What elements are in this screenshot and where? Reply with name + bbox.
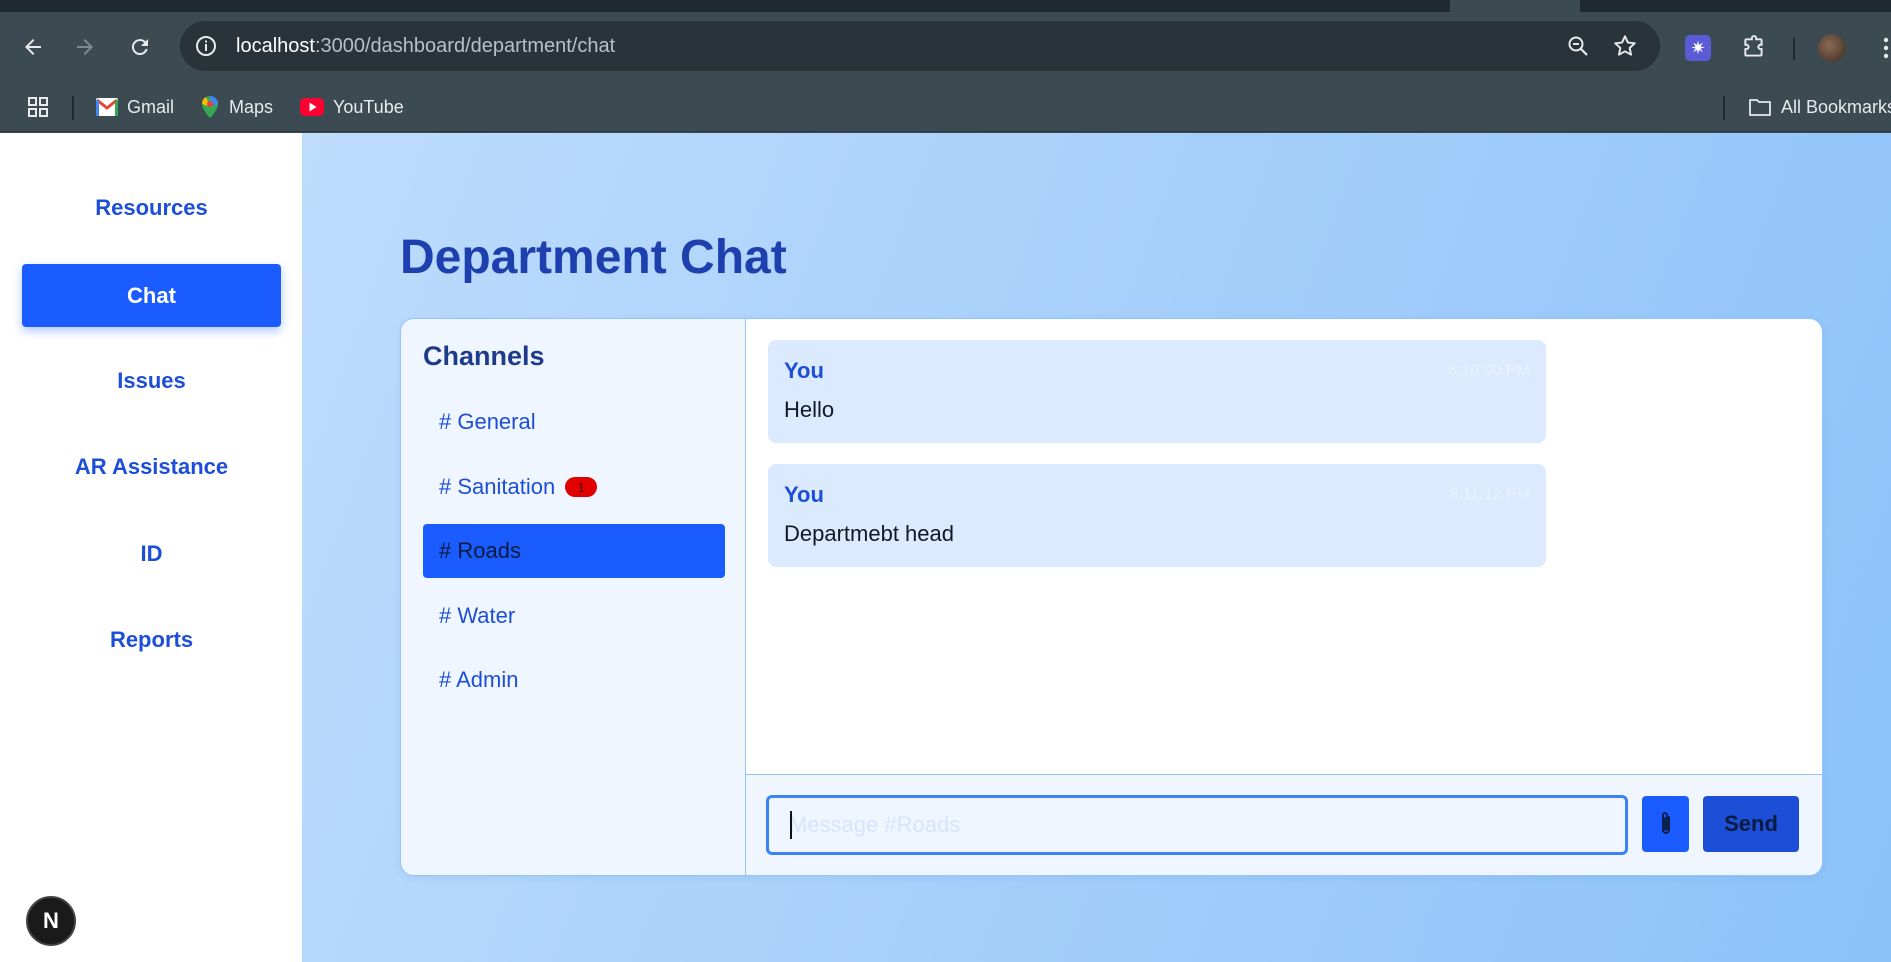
chat-panel: Channels # General # Sanitation 1 # Road… [400, 318, 1823, 876]
page-title: Department Chat [400, 231, 787, 284]
paperclip-icon [1661, 812, 1670, 834]
sidebar-item-resources[interactable]: Resources [22, 176, 281, 239]
youtube-icon [300, 98, 324, 116]
page-viewport: Resources Chat Issues AR Assistance ID R… [0, 133, 1891, 962]
puzzle-icon [1744, 35, 1763, 57]
channel-roads[interactable]: # Roads [423, 524, 725, 578]
message-composer: Send [746, 774, 1822, 875]
all-bookmarks-button[interactable]: All Bookmarks [1748, 92, 1891, 122]
site-info-icon[interactable] [194, 34, 218, 58]
message-bubble: You 8:10:00 PM Hello [768, 340, 1546, 443]
message-timestamp: 8:11:12 PM [1449, 486, 1530, 503]
message-text: Departmebt head [784, 521, 954, 546]
text-caret [790, 811, 792, 839]
bookmarks-divider [1723, 96, 1725, 120]
channel-label: # General [439, 409, 536, 434]
channels-heading: Channels [423, 341, 545, 371]
message-bubble: You 8:11:12 PM Departmebt head [768, 464, 1546, 567]
bookmark-star-icon[interactable] [1612, 33, 1638, 59]
all-bookmarks-label: All Bookmarks [1781, 96, 1891, 117]
bookmark-maps[interactable]: Maps [200, 92, 273, 122]
send-button[interactable]: Send [1703, 796, 1799, 852]
bookmarks-bar: Gmail Maps YouTube All Bookmarks [0, 82, 1891, 132]
channel-label: # Admin [439, 667, 519, 692]
zoom-icon[interactable] [1566, 34, 1590, 58]
message-timestamp: 8:10:00 PM [1448, 362, 1530, 379]
arrow-right-icon [77, 39, 93, 55]
sidebar-item-chat[interactable]: Chat [22, 264, 281, 327]
kebab-menu-icon [1883, 37, 1889, 59]
message-text: Hello [784, 397, 835, 422]
sidebar-item-id[interactable]: ID [22, 522, 281, 585]
channel-list: Channels # General # Sanitation 1 # Road… [401, 319, 746, 875]
extension-icon[interactable]: ✷ [1684, 34, 1712, 62]
sidebar-item-issues[interactable]: Issues [22, 349, 281, 412]
sidebar-item-ar-assistance[interactable]: AR Assistance [22, 435, 281, 498]
extensions-menu-button[interactable] [1740, 34, 1768, 62]
sidebar-item-reports[interactable]: Reports [22, 608, 281, 671]
message-author: You [784, 482, 824, 507]
apps-grid-icon [28, 97, 48, 117]
avatar [1818, 34, 1846, 62]
bookmark-label: YouTube [333, 96, 404, 117]
address-bar[interactable]: localhost:3000/dashboard/department/chat [180, 21, 1660, 71]
active-tab[interactable] [1450, 0, 1580, 12]
browser-menu-button[interactable] [1872, 34, 1891, 62]
message-author: You [784, 358, 824, 383]
sidebar: Resources Chat Issues AR Assistance ID R… [0, 133, 302, 962]
reload-button[interactable] [125, 32, 155, 62]
channel-sanitation[interactable]: # Sanitation 1 [423, 460, 725, 514]
profile-button[interactable] [1818, 34, 1846, 62]
channel-label: # Water [439, 603, 516, 628]
browser-toolbar: localhost:3000/dashboard/department/chat… [0, 12, 1891, 82]
arrow-left-icon [25, 39, 41, 55]
reload-icon [131, 39, 148, 56]
message-list: You 8:10:00 PM Hello You 8:11:12 PM Depa… [746, 319, 1822, 774]
dev-tools-badge[interactable]: N [26, 896, 76, 946]
channel-label: # Roads [439, 538, 521, 563]
channel-general[interactable]: # General [423, 395, 725, 449]
bookmark-youtube[interactable]: YouTube [300, 92, 404, 122]
forward-button[interactable] [70, 32, 100, 62]
toolbar-divider [1793, 38, 1795, 60]
unread-count-badge: 1 [565, 477, 598, 497]
bookmarks-divider [72, 96, 74, 120]
url-text: localhost:3000/dashboard/department/chat [236, 35, 615, 58]
bookmark-gmail[interactable]: Gmail [96, 92, 174, 122]
url-host: localhost [236, 35, 315, 57]
url-path: :3000/dashboard/department/chat [314, 35, 616, 57]
channel-admin[interactable]: # Admin [423, 653, 725, 707]
bookmark-label: Maps [229, 96, 274, 117]
folder-icon [1749, 99, 1771, 116]
tab-strip [0, 0, 1891, 12]
channel-water[interactable]: # Water [423, 589, 725, 643]
gmail-icon [96, 98, 118, 116]
apps-button[interactable] [26, 92, 50, 122]
back-button[interactable] [18, 32, 48, 62]
message-input[interactable] [766, 795, 1628, 855]
attach-file-button[interactable] [1642, 796, 1689, 852]
channel-label: # Sanitation [439, 474, 556, 499]
bookmark-label: Gmail [127, 96, 175, 117]
maps-icon [201, 96, 218, 118]
asterisk-icon: ✷ [1685, 35, 1711, 61]
